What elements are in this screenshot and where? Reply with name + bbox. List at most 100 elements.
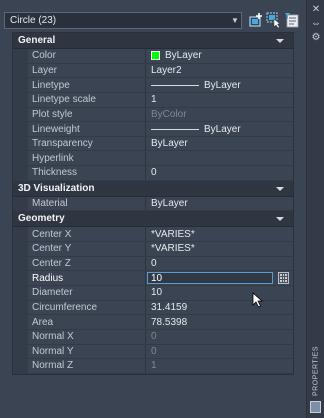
section-title: Geometry (18, 213, 65, 225)
radius-input-text: 10 (151, 272, 163, 284)
property-name: Layer (28, 63, 146, 78)
property-row-center-x[interactable]: Center X *VARIES* (13, 227, 293, 243)
row-gutter (13, 78, 28, 92)
property-value[interactable]: Layer2 (146, 64, 293, 78)
property-name: Transparency (28, 136, 146, 151)
property-row-area[interactable]: Area 78.5398 (13, 315, 293, 330)
palette-title-text: PROPERTIES (312, 346, 320, 396)
property-name: Lineweight (28, 122, 146, 136)
section-general[interactable]: General (13, 33, 293, 49)
property-value-text: ByLayer (165, 50, 202, 62)
property-value-text: ByLayer (204, 79, 241, 91)
properties-palette-icon (310, 401, 321, 413)
property-row-center-y[interactable]: Center Y *VARIES* (13, 242, 293, 257)
row-gutter (13, 151, 28, 166)
row-gutter (13, 196, 28, 211)
property-name: Normal Z (28, 359, 146, 373)
property-name: Thickness (28, 166, 146, 180)
property-value[interactable]: 78.5398 (146, 315, 293, 329)
settings-icon[interactable]: ⚙ (310, 32, 322, 44)
property-value-text: ByLayer (204, 123, 241, 135)
row-gutter (13, 271, 28, 285)
property-value[interactable]: *VARIES* (146, 242, 293, 256)
section-geometry[interactable]: Geometry (13, 211, 293, 228)
property-name: Radius (28, 271, 146, 285)
close-icon[interactable]: ✕ (310, 4, 322, 16)
property-value: 0 (151, 331, 157, 343)
property-value[interactable]: 0 (146, 166, 293, 180)
property-row-layer[interactable]: Layer Layer2 (13, 63, 293, 79)
property-value[interactable]: ByLayer (146, 122, 293, 136)
row-gutter (13, 300, 28, 315)
property-value[interactable]: ByLayer (146, 137, 293, 151)
property-row-color[interactable]: Color ByLayer (13, 49, 293, 64)
property-row-lineweight[interactable]: Lineweight ByLayer (13, 122, 293, 137)
property-name: Center Y (28, 242, 146, 256)
object-selection-value: Circle (23) (10, 15, 57, 26)
section-3d-visualization[interactable]: 3D Visualization (13, 180, 293, 197)
property-name: Normal Y (28, 344, 146, 359)
property-row-transparency[interactable]: Transparency ByLayer (13, 136, 293, 152)
property-value[interactable]: ByLayer (146, 49, 293, 63)
palette-title-bar[interactable]: ✕ ⇔ ⚙ PROPERTIES (306, 0, 324, 418)
property-name: Hyperlink (28, 151, 146, 166)
property-row-radius[interactable]: Radius 10 (13, 271, 293, 286)
object-selection-dropdown[interactable]: Circle (23) ▼ (4, 12, 242, 29)
row-gutter (13, 107, 28, 122)
properties-palette: Circle (23) ▼ General Color ByLayer Laye… (0, 0, 324, 418)
row-gutter (13, 242, 28, 256)
property-row-center-z[interactable]: Center Z 0 (13, 256, 293, 272)
property-row-circumference[interactable]: Circumference 31.4159 (13, 300, 293, 316)
property-row-material[interactable]: Material ByLayer (13, 196, 293, 212)
row-gutter (13, 285, 28, 300)
property-name: Center Z (28, 256, 146, 271)
property-value[interactable]: 10 (146, 286, 293, 300)
property-value[interactable]: ByLayer (146, 197, 293, 211)
property-name: Linetype (28, 78, 146, 92)
property-name: Material (28, 196, 146, 211)
section-title: 3D Visualization (18, 182, 95, 194)
toggle-pickadd-icon[interactable] (248, 12, 264, 28)
property-row-plot-style[interactable]: Plot style ByColor (13, 107, 293, 123)
property-value[interactable]: 1 (146, 93, 293, 107)
row-gutter (13, 315, 28, 329)
color-swatch (151, 51, 160, 61)
auto-hide-icon[interactable]: ⇔ (310, 18, 322, 30)
palette-title: PROPERTIES (308, 346, 324, 396)
row-gutter (13, 136, 28, 151)
property-value[interactable]: 31.4159 (146, 301, 293, 315)
quick-select-icon[interactable] (284, 12, 300, 28)
chevron-down-icon: ▼ (231, 16, 239, 25)
property-value: 1 (151, 360, 157, 372)
radius-input[interactable]: 10 (147, 272, 273, 285)
property-row-normal-z[interactable]: Normal Z 1 (13, 359, 293, 374)
property-name: Linetype scale (28, 92, 146, 107)
property-value[interactable]: 10 (146, 271, 293, 285)
row-gutter (13, 63, 28, 78)
property-row-thickness[interactable]: Thickness 0 (13, 166, 293, 181)
property-value[interactable]: *VARIES* (146, 227, 293, 241)
property-value: 0 (151, 345, 157, 357)
row-gutter (13, 256, 28, 271)
select-objects-icon[interactable] (266, 12, 282, 28)
quick-calc-icon[interactable] (278, 272, 289, 285)
property-value[interactable] (146, 151, 293, 165)
collapse-icon[interactable] (276, 217, 284, 222)
row-gutter (13, 359, 28, 373)
property-row-normal-x[interactable]: Normal X 0 (13, 329, 293, 345)
property-row-linetype[interactable]: Linetype ByLayer (13, 78, 293, 93)
property-value[interactable]: ByLayer (146, 78, 293, 92)
property-value: ByColor (151, 108, 187, 120)
property-row-hyperlink[interactable]: Hyperlink (13, 151, 293, 167)
property-value[interactable]: 0 (146, 257, 293, 271)
collapse-icon[interactable] (276, 39, 284, 43)
property-row-normal-y[interactable]: Normal Y 0 (13, 344, 293, 360)
property-name: Color (28, 49, 146, 63)
property-name: Center X (28, 227, 146, 242)
collapse-icon[interactable] (276, 186, 284, 191)
property-row-diameter[interactable]: Diameter 10 (13, 285, 293, 301)
property-name: Area (28, 315, 146, 329)
property-grid: General Color ByLayer Layer Layer2 Linet… (12, 32, 294, 375)
row-gutter (13, 49, 28, 63)
property-row-linetype-scale[interactable]: Linetype scale 1 (13, 92, 293, 108)
